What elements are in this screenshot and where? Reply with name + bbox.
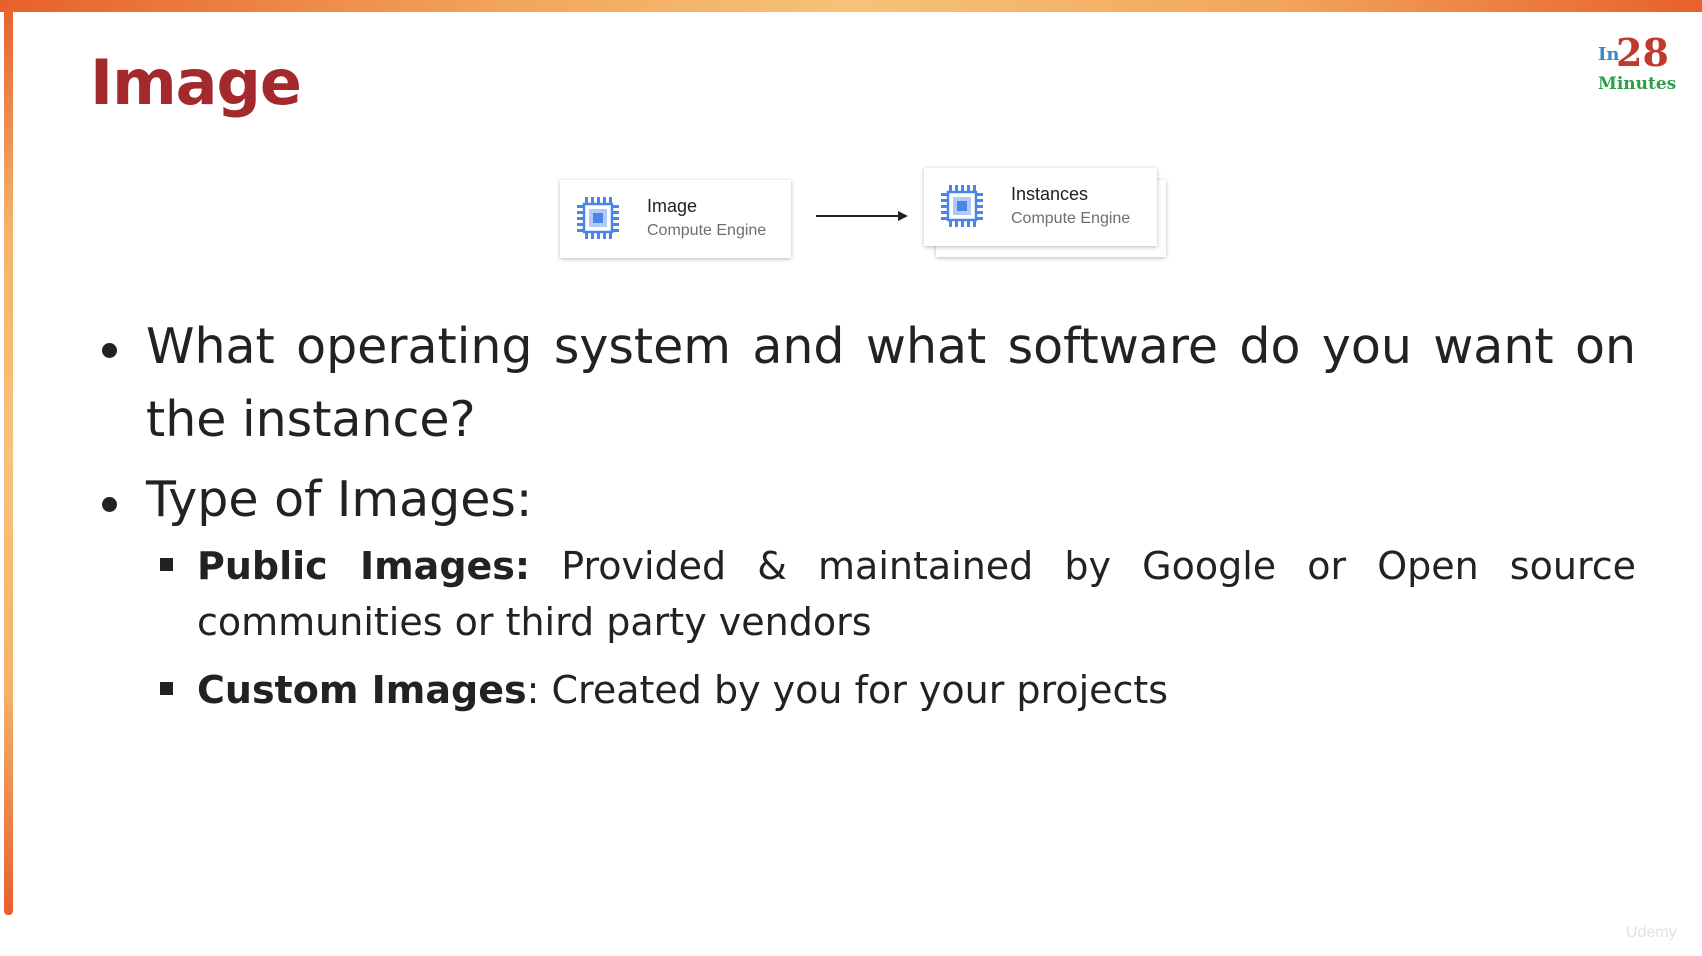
sub-bullet-custom-images: Custom Images: Created by you for your p… bbox=[197, 662, 1636, 718]
compute-engine-chip-icon bbox=[941, 185, 983, 227]
image-node-service: Compute Engine bbox=[647, 222, 767, 239]
image-node: Image Compute Engine bbox=[560, 180, 791, 258]
public-images-term: Public Images bbox=[197, 544, 515, 588]
bullet-dot bbox=[102, 497, 117, 512]
sub-bullet-public-images: Public Images: Provided & maintained by … bbox=[197, 538, 1636, 650]
compute-engine-chip-icon bbox=[577, 197, 619, 239]
logo-number: 28 bbox=[1616, 30, 1669, 75]
bullet-os-software: What operating system and what software … bbox=[146, 318, 1636, 448]
left-border bbox=[4, 0, 13, 915]
slide: Image In 28 Minutes Image Compute Engine bbox=[0, 0, 1702, 956]
instances-node-label: Instances bbox=[1011, 184, 1089, 204]
image-node-label: Image bbox=[647, 196, 698, 216]
sub-bullet-square bbox=[160, 558, 173, 571]
arrow-right-icon bbox=[816, 211, 908, 221]
custom-images-description: Created by you for your projects bbox=[539, 668, 1169, 712]
bullet-dot bbox=[102, 343, 117, 358]
slide-title: Image bbox=[90, 46, 302, 119]
udemy-watermark: Udemy bbox=[1626, 924, 1677, 941]
custom-images-term: Custom Images bbox=[197, 668, 527, 712]
top-border bbox=[0, 0, 1702, 12]
logo-suffix: Minutes bbox=[1598, 74, 1677, 94]
instances-node-service: Compute Engine bbox=[1011, 210, 1131, 227]
public-images-separator: : bbox=[514, 544, 531, 588]
sub-bullet-square bbox=[160, 682, 173, 695]
bullet-type-of-images: Type of Images: bbox=[146, 471, 533, 528]
in28minutes-logo: In 28 Minutes bbox=[1596, 30, 1678, 96]
custom-images-separator: : bbox=[526, 668, 540, 712]
instances-node: Instances Compute Engine bbox=[924, 168, 1157, 246]
